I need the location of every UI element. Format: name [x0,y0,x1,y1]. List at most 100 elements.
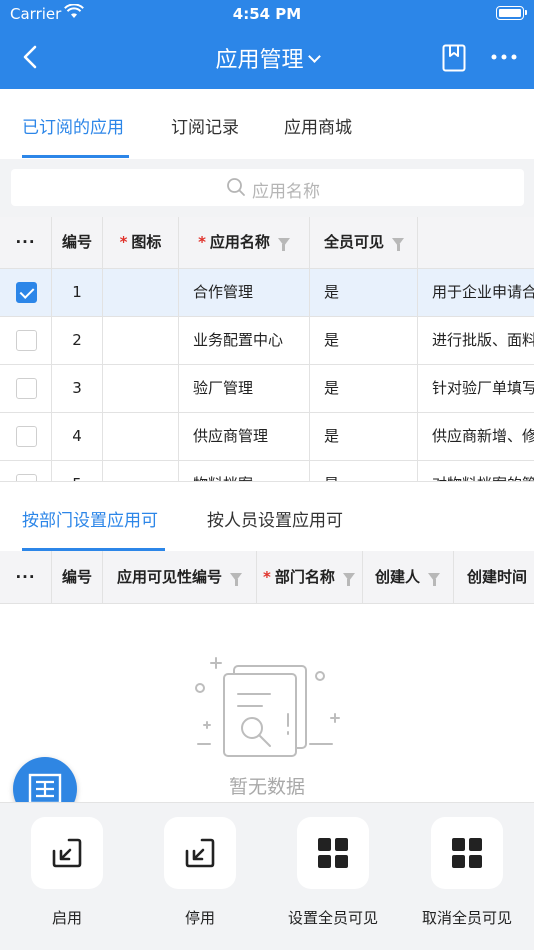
no-data-illustration [195,657,340,757]
set-visible-label: 设置全员可见 [287,909,378,927]
cancel-visible-label: 取消全员可见 [421,909,512,927]
required-mark: * [263,568,271,586]
cell-description: 进行批版、面料 [418,317,534,364]
disable-button-box[interactable] [164,817,236,889]
header-visible-to-all[interactable]: 全员可见 [310,217,418,268]
back-arrow-icon[interactable] [14,40,48,74]
cell-visible: 是 [310,413,418,460]
table-row[interactable]: 4 供应商管理 是 供应商新增、修 [0,413,534,461]
cell-app-name: 验厂管理 [179,365,310,412]
set-visible-to-all-button[interactable]: 设置全员可见 [278,817,388,928]
apps-table: ··· 编号 * 图标 * 应用名称 全员可见 1 合作管理 是 用于企业申请合 2… [0,217,534,481]
clock: 4:54 PM [232,5,302,23]
filter-icon[interactable] [230,573,243,586]
filter-icon[interactable] [428,573,441,586]
filter-icon[interactable] [342,573,355,586]
bottom-action-bar: 启用 停用 设置全员可见 取消全员可见 [0,802,534,950]
cell-icon [103,269,179,316]
cell-visible: 是 [310,365,418,412]
cell-no: 1 [52,269,103,316]
disable-icon [185,838,215,868]
column-menu[interactable]: ··· [0,217,52,268]
checkbox[interactable] [16,330,37,351]
search-placeholder: 应用名称 [252,182,320,202]
header-description [418,217,534,268]
status-bar: Carrier 4:54 PM [0,0,534,28]
cell-visible: 是 [310,461,418,481]
row-checkbox-cell[interactable] [0,413,52,460]
checkbox[interactable] [16,426,37,447]
page-title[interactable]: 应用管理 [150,42,384,74]
cell-app-name: 合作管理 [179,269,310,316]
empty-state: 暂无数据 [0,604,534,802]
cancel-visible-button-box[interactable] [431,817,503,889]
table-row[interactable]: 3 验厂管理 是 针对验厂单填写 [0,365,534,413]
cell-app-name: 物料档案 [179,461,310,481]
table-row[interactable]: 5 物料档案 是 对物料档案的管 [0,461,534,481]
header-department[interactable]: * 部门名称 [257,551,363,603]
required-mark: * [119,233,128,251]
row-checkbox-cell[interactable] [0,461,52,481]
cell-description: 针对验厂单填写 [418,365,534,412]
header-app-name[interactable]: * 应用名称 [179,217,310,268]
header-app-name-text: 应用名称 [209,233,270,251]
header-icon: * 图标 [103,217,179,268]
search-input[interactable]: 应用名称 [11,169,524,206]
row-checkbox-cell[interactable] [0,317,52,364]
cell-no: 2 [52,317,103,364]
enable-button-box[interactable] [31,817,103,889]
more-icon[interactable] [489,46,519,68]
filter-icon[interactable] [392,238,405,251]
header-visibility-code[interactable]: 应用可见性编号 [103,551,257,603]
cell-app-name: 供应商管理 [179,413,310,460]
bookmark-icon[interactable] [442,44,466,72]
tab-subscription-records[interactable]: 订阅记录 [171,113,239,138]
cell-description: 对物料档案的管 [418,461,534,481]
visibility-table: ··· 编号 应用可见性编号 * 部门名称 创建人 创建时间 [0,551,534,604]
cancel-visible-to-all-button[interactable]: 取消全员可见 [412,817,522,928]
header-creator[interactable]: 创建人 [363,551,454,603]
disable-button[interactable]: 停用 [145,817,255,928]
visibility-tabs: 按部门设置应用可 按人员设置应用可 [0,481,534,551]
disable-label: 停用 [184,909,215,927]
search-icon [227,178,245,196]
tab-by-person[interactable]: 按人员设置应用可 [207,506,343,531]
checkbox[interactable] [16,474,37,481]
enable-icon [52,838,82,868]
table-row[interactable]: 2 业务配置中心 是 进行批版、面料 [0,317,534,365]
header-visible-text: 全员可见 [324,233,385,251]
cell-description: 用于企业申请合 [418,269,534,316]
header-creator-text: 创建人 [375,568,421,586]
tab-subscribed-apps[interactable]: 已订阅的应用 [22,113,124,138]
cell-icon [103,461,179,481]
tab-by-department[interactable]: 按部门设置应用可 [22,506,158,531]
header-icon-text: 图标 [131,233,162,251]
cell-visible: 是 [310,317,418,364]
grid-icon [318,838,348,868]
cell-icon [103,317,179,364]
enable-button[interactable]: 启用 [12,817,122,928]
row-checkbox-cell[interactable] [0,365,52,412]
header-created-time: 创建时间 [454,551,534,603]
row-checkbox-cell[interactable] [0,269,52,316]
grid-icon [452,838,482,868]
main-tabs: 已订阅的应用 订阅记录 应用商城 [0,89,534,159]
cell-icon [103,365,179,412]
header-no: 编号 [52,217,103,268]
tab-app-store[interactable]: 应用商城 [284,113,352,138]
checkbox[interactable] [16,378,37,399]
battery-icon [496,6,527,20]
required-mark: * [198,233,206,251]
set-visible-button-box[interactable] [297,817,369,889]
column-menu[interactable]: ··· [0,551,52,603]
checkbox-checked[interactable] [16,282,37,303]
cell-no: 5 [52,461,103,481]
cell-no: 4 [52,413,103,460]
enable-label: 启用 [51,909,82,927]
cell-no: 3 [52,365,103,412]
table-row[interactable]: 1 合作管理 是 用于企业申请合 [0,269,534,317]
filter-icon[interactable] [277,238,290,251]
cell-visible: 是 [310,269,418,316]
empty-state-text: 暂无数据 [228,776,305,798]
cell-app-name: 业务配置中心 [179,317,310,364]
